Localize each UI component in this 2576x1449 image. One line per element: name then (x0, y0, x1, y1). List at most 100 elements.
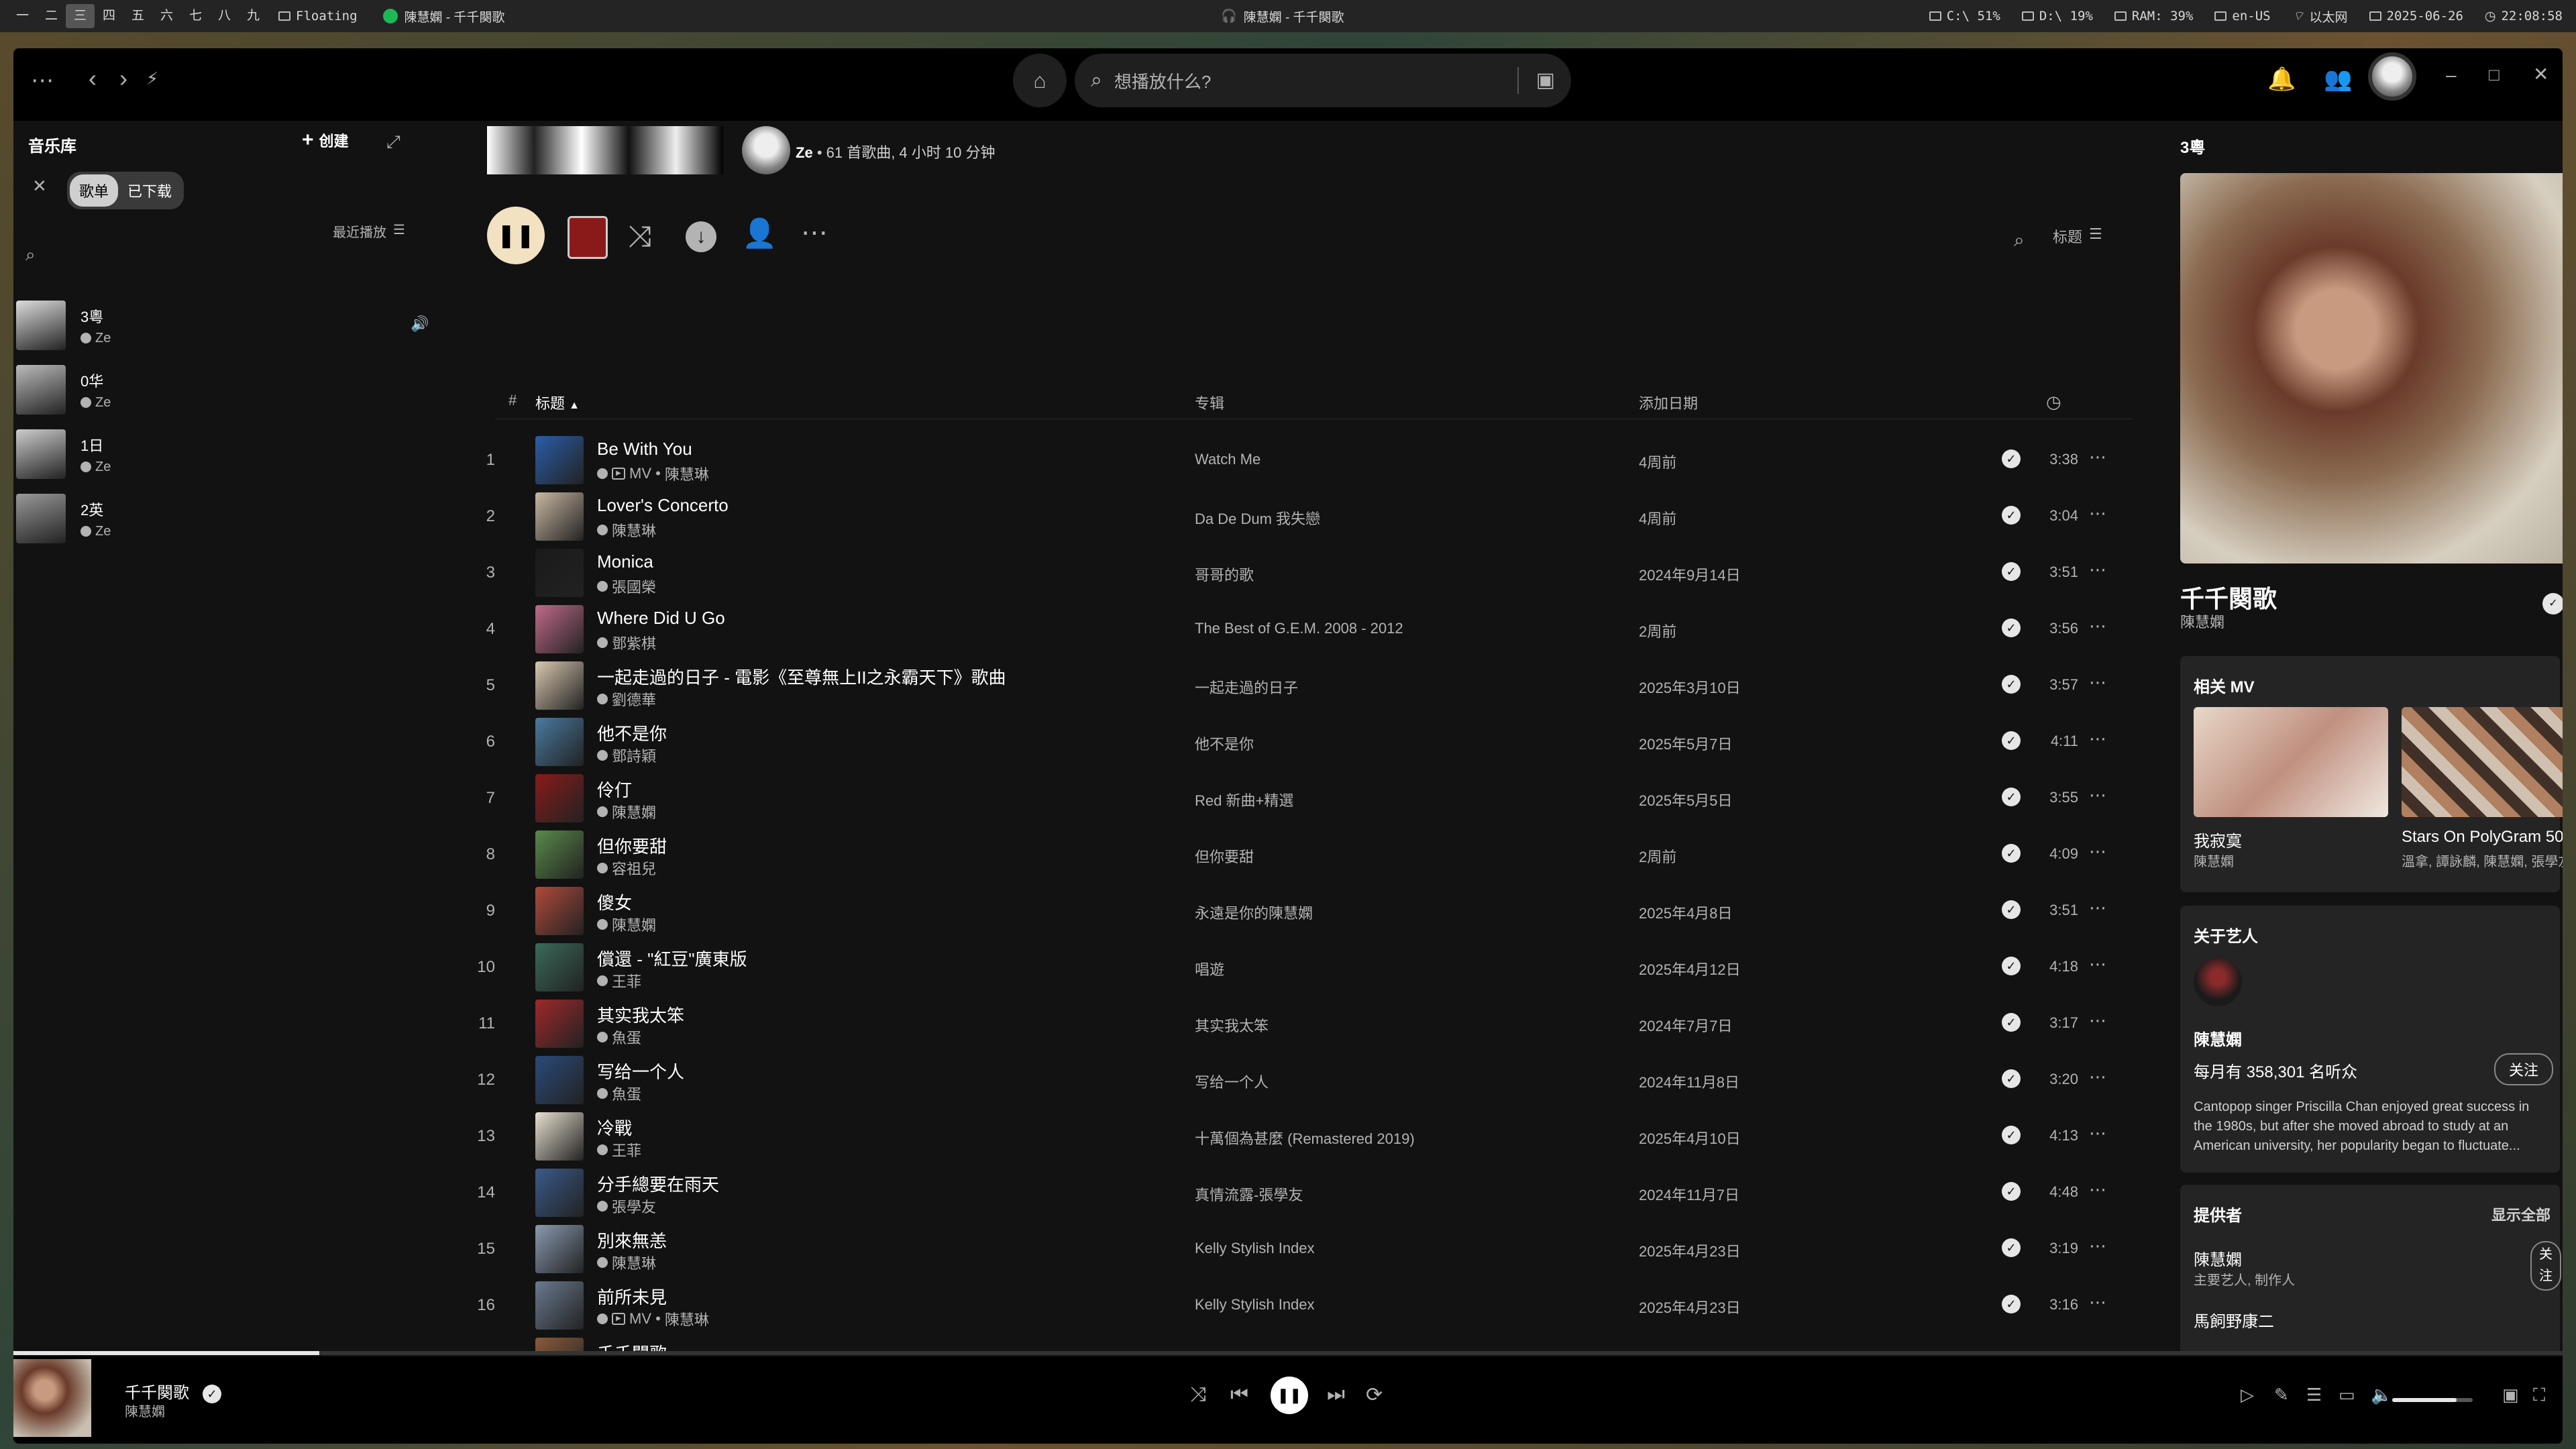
now-playing-song[interactable]: 千千闋歌 (2180, 580, 2277, 614)
about-artist-name[interactable]: 陳慧嫻 (2194, 1026, 2242, 1050)
track-artist[interactable]: 容祖兒 (612, 857, 656, 879)
library-item[interactable]: 3粵 Ze 🔊 (16, 295, 445, 356)
saved-check-icon[interactable]: ✓ (2002, 731, 2021, 750)
more-options-icon[interactable]: ⋯ (801, 217, 828, 248)
track-artist[interactable]: 魚蛋 (612, 1026, 641, 1048)
track-more-icon[interactable]: ⋯ (2089, 1236, 2106, 1256)
track-more-icon[interactable]: ⋯ (2089, 729, 2106, 749)
close-icon[interactable]: ✕ (2533, 63, 2548, 85)
pause-button[interactable]: ❚❚ (487, 207, 545, 264)
library-search-icon[interactable]: ⌕ (25, 244, 36, 266)
playlist-sort[interactable]: 标题 ☰ (2053, 225, 2102, 247)
track-title[interactable]: 分手總要在雨天 (597, 1171, 719, 1196)
track-more-icon[interactable]: ⋯ (2089, 841, 2106, 862)
mv-title-1[interactable]: 我寂寞 (2194, 828, 2242, 851)
saved-check-icon[interactable]: ✓ (2002, 1013, 2021, 1032)
track-row[interactable]: 12 写给一个人 魚蛋 写给一个人 2024年11月8日 ✓ 3:20 ⋯ (455, 1052, 2172, 1108)
track-row[interactable]: 9 傻女 陳慧嫻 永遠是你的陳慧嫻 2025年4月8日 ✓ 3:51 ⋯ (455, 883, 2172, 939)
track-row[interactable]: 4 Where Did U Go 鄧紫棋 The Best of G.E.M. … (455, 601, 2172, 657)
header-title[interactable]: 标题 ▲ (535, 392, 580, 413)
track-title[interactable]: 写给一个人 (597, 1059, 684, 1083)
track-title[interactable]: 他不是你 (597, 720, 667, 745)
owner-name[interactable]: Ze (796, 144, 813, 161)
track-title[interactable]: 其实我太笨 (597, 1002, 684, 1027)
add-user-icon[interactable]: 👤 (742, 217, 777, 250)
track-more-icon[interactable]: ⋯ (2089, 616, 2106, 637)
saved-check-icon[interactable]: ✓ (2002, 1182, 2021, 1201)
track-row[interactable]: 11 其实我太笨 魚蛋 其实我太笨 2024年7月7日 ✓ 3:17 ⋯ (455, 996, 2172, 1052)
track-album[interactable]: 写给一个人 (1195, 1071, 1269, 1092)
track-title[interactable]: 傻女 (597, 890, 632, 914)
track-album[interactable]: Da De Dum 我失戀 (1195, 507, 1320, 529)
track-album[interactable]: Watch Me (1195, 451, 1260, 468)
workspace-switcher[interactable]: 一二三四五六七八九 (8, 4, 268, 28)
track-artist[interactable]: 魚蛋 (612, 1083, 641, 1104)
browse-icon[interactable]: ▣ (1536, 68, 1555, 92)
track-more-icon[interactable]: ⋯ (2089, 954, 2106, 975)
saved-check-icon[interactable]: ✓ (2002, 900, 2021, 919)
track-title[interactable]: 別來無恙 (597, 1228, 667, 1252)
volume-slider[interactable] (2392, 1398, 2473, 1402)
track-album[interactable]: 其实我太笨 (1195, 1014, 1269, 1036)
saved-check-icon[interactable]: ✓ (2002, 957, 2021, 975)
track-album[interactable]: 唱遊 (1195, 958, 1224, 979)
repeat-icon[interactable]: ⟳ (1366, 1383, 1383, 1407)
track-title[interactable]: Be With You (597, 439, 692, 460)
mv-thumb-1[interactable] (2194, 707, 2388, 817)
credit-name-2[interactable]: 馬飼野康二 (2194, 1308, 2274, 1332)
track-more-icon[interactable]: ⋯ (2089, 1123, 2106, 1144)
player-pause-button[interactable]: ❚❚ (1271, 1377, 1308, 1414)
track-artist[interactable]: 陳慧嫻 (612, 914, 656, 935)
track-row[interactable]: 10 償還 - "紅豆"廣東版 王菲 唱遊 2025年4月12日 ✓ 4:18 … (455, 939, 2172, 996)
track-artist[interactable]: 陳慧琳 (612, 519, 656, 541)
shuffle-icon[interactable]: ⤨ (628, 220, 651, 254)
lightning-icon[interactable]: ⚡ (146, 68, 158, 89)
track-artist[interactable]: 鄧紫棋 (612, 632, 656, 653)
search-bar[interactable]: ⌕ 想播放什么? ▣ (1075, 54, 1571, 107)
header-album[interactable]: 专辑 (1195, 392, 1224, 413)
track-album[interactable]: Red 新曲+精選 (1195, 789, 1293, 810)
track-artist[interactable]: 陳慧琳 (665, 463, 709, 484)
track-more-icon[interactable]: ⋯ (2089, 447, 2106, 468)
credit-name-1[interactable]: 陳慧嫻 (2194, 1246, 2242, 1270)
owner-avatar[interactable] (742, 126, 790, 174)
saved-check-icon[interactable]: ✓ (2002, 506, 2021, 525)
track-artist[interactable]: 陳慧嫻 (612, 801, 656, 822)
sort-recent[interactable]: 最近播放 ☰ (333, 221, 405, 241)
library-item[interactable]: 0华 Ze (16, 360, 445, 420)
track-album[interactable]: The Best of G.E.M. 2008 - 2012 (1195, 620, 1403, 637)
track-artist[interactable]: 鄧詩穎 (612, 745, 656, 766)
track-more-icon[interactable]: ⋯ (2089, 559, 2106, 580)
track-title[interactable]: 伶仃 (597, 777, 632, 802)
track-album[interactable]: 但你要甜 (1195, 845, 1254, 867)
workspace-3[interactable]: 三 (66, 4, 95, 28)
track-title[interactable]: 前所未見 (597, 1284, 667, 1309)
filter-chip-downloaded[interactable]: 已下载 (118, 174, 182, 207)
track-album[interactable]: 哥哥的歌 (1195, 564, 1254, 585)
saved-check-icon[interactable]: ✓ (2002, 675, 2021, 694)
track-artist[interactable]: 劉德華 (612, 688, 656, 710)
saved-check-icon[interactable]: ✓ (2002, 844, 2021, 863)
workspace-8[interactable]: 八 (210, 4, 239, 28)
workspace-5[interactable]: 五 (123, 4, 152, 28)
workspace-1[interactable]: 一 (8, 4, 37, 28)
playlist-preview-thumb[interactable] (568, 216, 608, 259)
network-status[interactable]: ⌔ 以太网 (2292, 7, 2348, 25)
track-row[interactable]: 2 Lover's Concerto 陳慧琳 Da De Dum 我失戀 4周前… (455, 488, 2172, 545)
keyboard-layout[interactable]: en-US (2214, 9, 2271, 23)
saved-check-icon[interactable]: ✓ (2002, 449, 2021, 468)
follow-button[interactable]: 关注 (2494, 1053, 2554, 1085)
track-album[interactable]: 十萬個為甚麼 (Remastered 2019) (1195, 1127, 1415, 1148)
library-item[interactable]: 1日 Ze (16, 424, 445, 484)
now-playing-view-icon[interactable]: ▷ (2241, 1385, 2254, 1405)
saved-check-icon[interactable]: ✓ (2002, 1126, 2021, 1144)
track-row[interactable]: 5 一起走過的日子 - 電影《至尊無上II之永霸天下》歌曲 劉德華 一起走過的日… (455, 657, 2172, 714)
player-saved-icon[interactable]: ✓ (203, 1385, 221, 1403)
player-artist[interactable]: 陳慧嫻 (125, 1401, 165, 1420)
mv-thumb-2[interactable] (2402, 707, 2563, 817)
back-arrow-icon[interactable]: ‹ (89, 64, 97, 93)
connect-device-icon[interactable]: ▭ (2339, 1385, 2355, 1405)
track-title[interactable]: Where Did U Go (597, 608, 725, 629)
track-artist[interactable]: 王菲 (612, 1139, 641, 1161)
track-more-icon[interactable]: ⋯ (2089, 1292, 2106, 1313)
